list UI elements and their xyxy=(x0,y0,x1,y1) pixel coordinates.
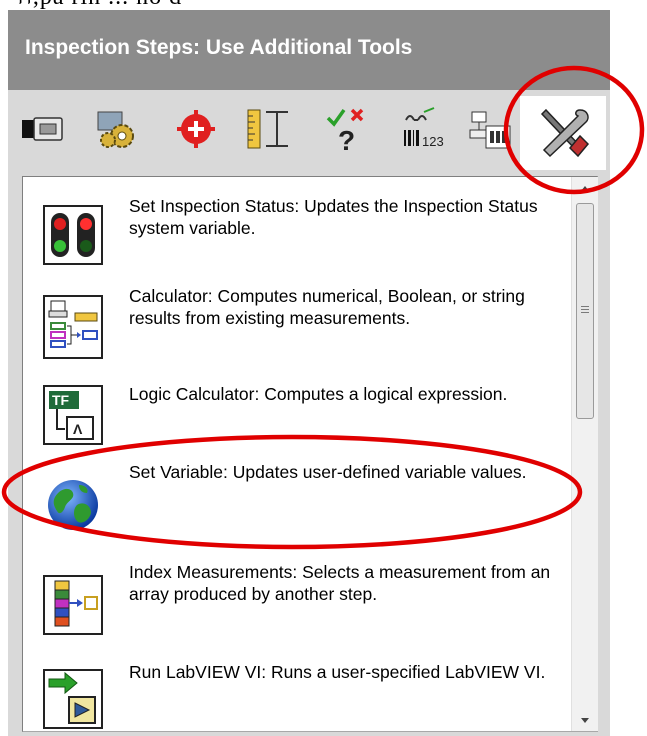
step-calculator[interactable]: Calculator: Computes numerical, Boolean,… xyxy=(23,285,571,371)
step-description: Run LabVIEW VI: Runs a user-specified La… xyxy=(129,662,546,682)
step-description: Set Variable: Updates user-defined varia… xyxy=(129,462,527,482)
step-set-variable[interactable]: Set Variable: Updates user-defined varia… xyxy=(23,461,571,531)
step-run-labview-vi[interactable]: Run LabVIEW VI: Runs a user-specified La… xyxy=(23,661,571,731)
traffic-light-icon xyxy=(43,205,103,265)
logic-calculator-icon: TF Λ xyxy=(43,385,103,445)
globe-icon xyxy=(43,475,103,535)
communicate-io-icon[interactable] xyxy=(466,104,514,154)
scroll-down-arrow-icon[interactable] xyxy=(572,709,598,731)
step-logic-calculator[interactable]: TF Λ Logic Calculator: Computes a logica… xyxy=(23,383,571,453)
acquire-camera-icon[interactable] xyxy=(18,104,66,154)
check-presence-icon[interactable]: ? xyxy=(324,104,372,156)
measure-features-ruler-icon[interactable] xyxy=(244,104,292,154)
step-description: Index Measurements: Selects a measuremen… xyxy=(129,562,551,604)
vertical-scrollbar[interactable] xyxy=(571,177,598,731)
scroll-up-arrow-icon[interactable] xyxy=(572,177,598,199)
svg-text:?: ? xyxy=(338,125,355,154)
calculator-icon xyxy=(43,295,103,359)
step-description: Calculator: Computes numerical, Boolean,… xyxy=(129,286,525,328)
svg-text:123: 123 xyxy=(422,134,444,149)
step-description: Logic Calculator: Computes a logical exp… xyxy=(129,384,508,404)
inspection-steps-panel: Inspection Steps: Use Additional Tools ?… xyxy=(8,10,610,736)
document-text-cropped: ה,pa rin ... no d xyxy=(0,0,647,10)
enhance-image-gears-icon[interactable] xyxy=(92,104,140,154)
run-labview-vi-icon xyxy=(43,669,103,729)
steps-list: Set Inspection Status: Updates the Inspe… xyxy=(23,177,571,731)
panel-header: Inspection Steps: Use Additional Tools xyxy=(8,10,610,90)
panel-title: Inspection Steps: Use Additional Tools xyxy=(25,36,413,59)
locate-features-crosshair-icon[interactable] xyxy=(172,104,220,154)
steps-list-box: Set Inspection Status: Updates the Inspe… xyxy=(22,176,598,732)
identify-parts-barcode-icon[interactable]: 123 xyxy=(400,104,448,154)
svg-text:Λ: Λ xyxy=(73,421,83,437)
svg-text:TF: TF xyxy=(52,392,70,408)
additional-tools-icon[interactable] xyxy=(520,96,606,170)
step-description: Set Inspection Status: Updates the Inspe… xyxy=(129,196,538,238)
index-measurements-icon xyxy=(43,575,103,635)
scrollbar-thumb[interactable] xyxy=(576,203,594,419)
tool-palette: ? 123 xyxy=(8,90,610,170)
step-set-inspection-status[interactable]: Set Inspection Status: Updates the Inspe… xyxy=(23,195,571,265)
step-index-measurements[interactable]: Index Measurements: Selects a measuremen… xyxy=(23,561,571,651)
